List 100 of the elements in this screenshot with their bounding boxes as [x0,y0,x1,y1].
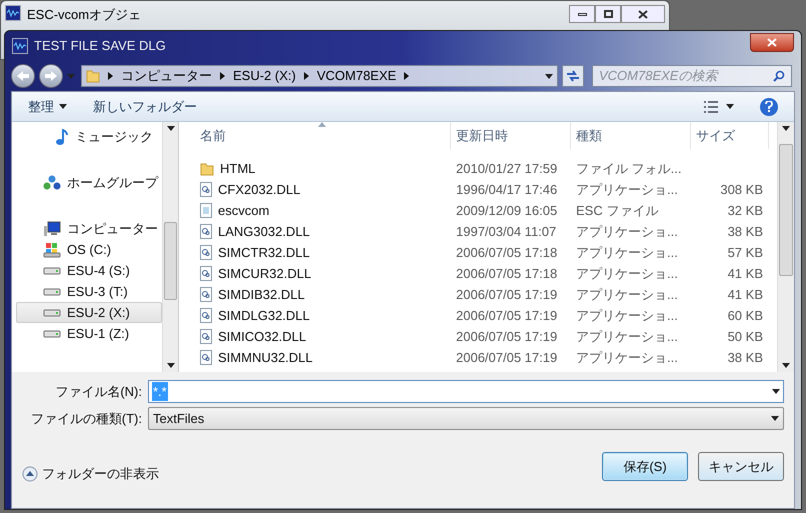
scrollbar[interactable] [777,122,794,372]
table-cell-text: アプリケーショ... [575,328,679,346]
drive-icon [43,328,61,338]
save-button[interactable]: 保存(S) [602,452,688,482]
table-cell-text: アプリケーショ... [575,306,679,325]
table-cell-text: 2006/07/05 17:19 [455,306,558,325]
app-icon [12,38,28,54]
file-name[interactable]: escvcom [218,200,270,220]
table-cell-text: アプリケーショ... [575,264,679,283]
scrollbar[interactable] [162,122,178,372]
file-name[interactable]: LANG3032.DLL [218,222,310,242]
forward-button[interactable] [39,64,63,88]
file-name[interactable]: SIMDLG32.DLL [218,306,310,326]
table-cell-text: ESC ファイル [575,202,660,220]
table-cell-text: 1996/04/17 17:46 [455,180,558,199]
close-icon [767,38,777,46]
drive-icon [43,266,61,276]
search-field[interactable]: VCOM78EXEの検索 [592,65,792,87]
scroll-down-icon [782,363,790,368]
cancel-button[interactable]: キャンセル [698,452,784,482]
table-cell-text: 2006/07/05 17:19 [455,286,558,304]
folder-icon [200,162,214,176]
settings-file-icon [200,266,212,281]
navigation-item[interactable]: ESU-4 (S:) [16,260,162,281]
breadcrumb-item[interactable]: VCOM78EXE [316,66,396,86]
dialog-title: TEST FILE SAVE DLG [34,37,166,56]
file-name[interactable]: SIMCTR32.DLL [218,242,310,262]
column-header[interactable]: 種類 [571,122,691,149]
navigation-item[interactable]: ESU-2 (X:) [16,302,162,323]
column-header[interactable]: 更新日時 [451,122,571,149]
organize-menu[interactable]: 整理 [28,96,67,116]
table-cell-text: アプリケーショ... [575,180,679,199]
settings-file-icon [200,287,212,302]
network-icon [43,174,61,190]
navigation-item[interactable]: コンピューター [16,218,162,239]
navigation-item[interactable]: ミュージック [16,126,162,147]
table-cell-text: 308 KB [719,180,764,199]
table-cell-text: アプリケーショ... [575,244,679,262]
table-cell-text: 2010/01/27 17:59 [455,160,558,178]
navigation-item[interactable]: ホームグループ [16,172,162,193]
navigation-item[interactable]: OS (C:) [16,239,162,260]
refresh-button[interactable] [562,65,584,87]
search-icon [773,70,785,82]
back-arrow-icon [17,71,29,81]
table-cell-text: 60 KB [726,306,764,325]
navigation-item[interactable]: ESU-3 (T:) [16,281,162,302]
breadcrumb-arrow-icon [108,72,113,80]
breadcrumb-item[interactable]: コンピューター [121,66,212,86]
dropdown-caret-icon [545,74,553,78]
breadcrumb-arrow-icon [404,72,410,80]
window-title: ESC-vcomオブジェ [27,6,142,24]
app-icon [5,5,21,21]
table-cell-text: 2006/07/05 17:19 [455,328,558,346]
back-button[interactable] [11,64,35,88]
field-label: ファイル名(N): [54,382,142,401]
table-cell-text: アプリケーショ... [575,222,679,241]
file-icon [200,203,212,218]
settings-file-icon [200,182,212,197]
table-cell-text: 50 KB [726,328,764,346]
file-name[interactable]: SIMMNU32.DLL [218,348,313,368]
settings-file-icon [200,329,212,344]
table-cell-text: 2006/07/05 17:18 [455,264,558,283]
hide-folders-button[interactable]: フォルダーの非表示 [22,464,159,484]
collapse-icon [22,466,38,482]
system-drive-icon [43,242,61,258]
table-cell-text: 38 KB [726,222,764,241]
music-note-icon [55,128,69,144]
help-button[interactable] [760,98,778,116]
view-options-button[interactable] [704,100,734,112]
new-folder-button[interactable]: 新しいフォルダー [93,96,197,116]
table-cell-text: 57 KB [726,244,764,262]
table-cell-text: 2009/12/09 16:05 [455,202,558,220]
breadcrumb-arrow-icon [304,72,309,80]
table-cell-text: アプリケーショ... [575,348,679,367]
dropdown-caret-icon [59,104,67,109]
maximize-button[interactable] [595,5,621,23]
refresh-icon [566,70,580,82]
file-name[interactable]: SIMICO32.DLL [218,326,306,346]
column-header[interactable]: サイズ [691,122,769,149]
list-view-icon [704,100,718,112]
dropdown-caret-icon [772,389,780,394]
table-cell-text: 2006/07/05 17:18 [455,244,558,262]
breadcrumb-item[interactable]: ESU-2 (X:) [233,66,296,86]
help-icon [765,101,773,112]
file-name[interactable]: SIMCUR32.DLL [218,264,312,284]
file-name[interactable]: SIMDIB32.DLL [218,284,305,304]
file-type-dropdown[interactable]: TextFiles [148,407,784,430]
file-name[interactable]: CFX2032.DLL [218,180,300,200]
address-bar[interactable]: コンピューター ESU-2 (X:) VCOM78EXE [81,65,558,87]
file-name[interactable]: HTML [220,158,256,178]
table-cell-text: 32 KB [726,202,764,220]
drive-icon [43,308,61,318]
close-button[interactable] [621,5,665,23]
navigation-item[interactable]: ESU-1 (Z:) [16,323,162,344]
close-button[interactable] [750,32,794,52]
table-cell-text: ファイル フォル... [575,160,682,178]
settings-file-icon [200,224,212,239]
folder-icon [86,69,100,83]
minimize-button[interactable] [569,5,595,23]
forward-arrow-icon [45,71,57,81]
